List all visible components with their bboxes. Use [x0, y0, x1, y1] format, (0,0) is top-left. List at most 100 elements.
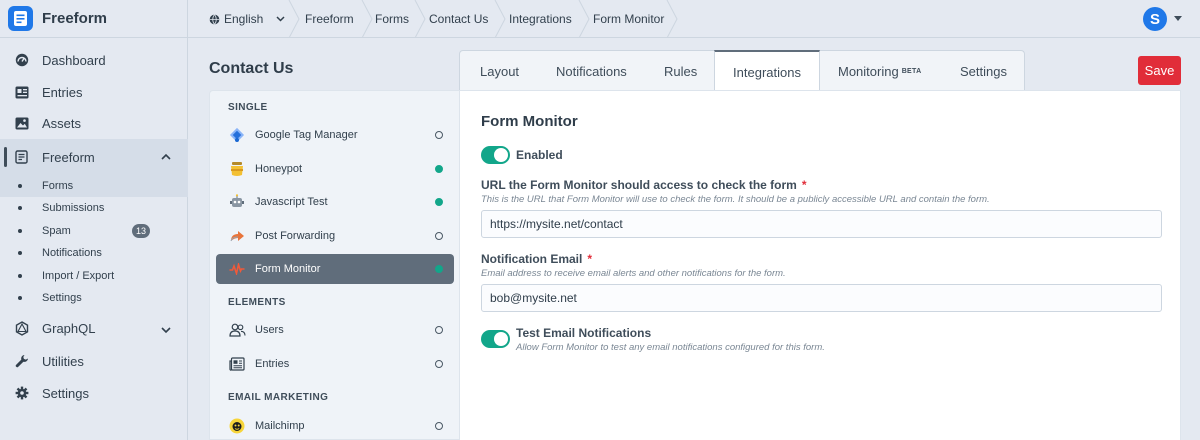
sub-label: Import / Export [42, 270, 115, 282]
sub-label: Submissions [42, 202, 105, 214]
globe-icon [209, 13, 220, 25]
nav-item-freeform[interactable]: Freeform [0, 139, 188, 175]
tab-rules[interactable]: Rules [664, 51, 697, 91]
integrations-list: SINGLE Google Tag Manager Honeypot Javas… [209, 90, 459, 440]
gear-icon [14, 386, 29, 401]
nav-label: GraphQL [42, 320, 96, 336]
nav-label: Freeform [42, 149, 95, 165]
section-title-elements: ELEMENTS [228, 297, 286, 308]
sub-label: Settings [42, 292, 82, 304]
integration-label: Honeypot [255, 163, 303, 175]
breadcrumb-freeform[interactable]: Freeform [305, 0, 354, 38]
integration-label: Form Monitor [255, 263, 321, 275]
sub-label: Forms [42, 180, 74, 192]
url-field-label: URL the Form Monitor should access to ch… [481, 178, 807, 192]
nav-item-settings[interactable]: Settings [0, 378, 188, 408]
integration-mailchimp[interactable]: Mailchimp [216, 411, 454, 440]
integration-label: Post Forwarding [255, 230, 336, 242]
test-email-label: Test Email Notifications [516, 326, 652, 340]
newspaper-icon [228, 355, 246, 373]
chevron-up-icon[interactable] [161, 148, 171, 163]
sub-item-notifications[interactable]: Notifications [0, 242, 188, 264]
global-sidebar: Freeform Dashboard Entries Assets Freefo… [0, 0, 188, 440]
enabled-label: Enabled [516, 148, 563, 162]
user-avatar[interactable]: S [1143, 7, 1167, 31]
entries-icon [14, 85, 29, 100]
nav-item-graphql[interactable]: GraphQL [0, 313, 188, 343]
freeform-icon [14, 150, 29, 165]
google-tag-manager-icon [228, 126, 246, 144]
integration-label: Entries [255, 358, 290, 370]
status-indicator-off [435, 232, 443, 240]
status-indicator-off [435, 422, 443, 430]
test-email-toggle[interactable] [481, 330, 510, 348]
status-indicator-on [435, 165, 443, 173]
integration-javascript-test[interactable]: Javascript Test [216, 187, 454, 217]
status-indicator-off [435, 360, 443, 368]
email-input[interactable] [481, 284, 1162, 312]
breadcrumb-integrations[interactable]: Integrations [509, 0, 572, 38]
users-icon [228, 321, 246, 339]
required-asterisk: * [587, 252, 593, 266]
test-email-help-text: Allow Form Monitor to test any email not… [516, 342, 825, 353]
tab-notifications[interactable]: Notifications [556, 51, 627, 91]
integration-honeypot[interactable]: Honeypot [216, 154, 454, 184]
email-help-text: Email address to receive email alerts an… [481, 268, 786, 279]
nav-item-dashboard[interactable]: Dashboard [0, 45, 188, 75]
sub-item-settings[interactable]: Settings [0, 287, 188, 309]
forward-arrow-icon [228, 227, 246, 245]
url-input[interactable] [481, 210, 1162, 238]
assets-icon [14, 116, 29, 131]
save-button[interactable]: Save [1138, 56, 1181, 85]
integration-label: Javascript Test [255, 196, 328, 208]
nav-item-assets[interactable]: Assets [0, 108, 188, 138]
tab-settings[interactable]: Settings [960, 51, 1007, 91]
robot-icon [228, 193, 246, 211]
email-field-label: Notification Email * [481, 252, 592, 266]
sub-item-forms[interactable]: Forms [0, 175, 188, 197]
enabled-toggle[interactable] [481, 146, 510, 164]
chevron-down-icon[interactable] [161, 322, 171, 337]
integration-google-tag-manager[interactable]: Google Tag Manager [216, 120, 454, 150]
nav-item-entries[interactable]: Entries [0, 77, 188, 107]
section-title-single: SINGLE [228, 102, 268, 113]
integration-entries[interactable]: Entries [216, 349, 454, 379]
breadcrumb-contact-us[interactable]: Contact Us [429, 0, 488, 38]
url-help-text: This is the URL that Form Monitor will u… [481, 194, 990, 205]
language-switcher[interactable]: English [209, 0, 285, 38]
required-asterisk: * [801, 178, 807, 192]
tab-integrations[interactable]: Integrations [714, 50, 820, 92]
status-indicator-off [435, 326, 443, 334]
sub-item-submissions[interactable]: Submissions [0, 197, 188, 219]
integration-post-forwarding[interactable]: Post Forwarding [216, 221, 454, 251]
tab-monitoring[interactable]: Monitoring BETA [838, 51, 921, 91]
beta-badge: BETA [901, 67, 922, 75]
url-label-text: URL the Form Monitor should access to ch… [481, 178, 797, 192]
integration-users[interactable]: Users [216, 315, 454, 345]
tab-label: Monitoring [838, 63, 899, 79]
honeypot-icon [228, 160, 246, 178]
sub-label: Notifications [42, 247, 102, 259]
breadcrumb-separator [578, 0, 590, 38]
breadcrumb-forms[interactable]: Forms [375, 0, 409, 38]
freeform-logo-icon [8, 6, 33, 31]
brand-name: Freeform [42, 10, 108, 27]
chevron-down-icon[interactable] [1174, 16, 1182, 21]
sub-item-import-export[interactable]: Import / Export [0, 265, 188, 287]
tab-bar: Layout Notifications Rules Integrations … [459, 50, 1025, 92]
integration-label: Users [255, 324, 284, 336]
dashboard-icon [14, 53, 29, 68]
nav-label: Utilities [42, 353, 84, 369]
tab-layout[interactable]: Layout [480, 51, 519, 91]
integration-form-monitor[interactable]: Form Monitor [216, 254, 454, 284]
sub-label: Spam [42, 225, 71, 237]
sub-item-spam[interactable]: Spam 13 [0, 220, 188, 242]
form-monitor-panel: Form Monitor Enabled URL the Form Monito… [459, 90, 1181, 440]
breadcrumb-form-monitor: Form Monitor [593, 12, 665, 26]
status-indicator-off [435, 131, 443, 139]
brand[interactable]: Freeform [0, 0, 187, 38]
graphql-icon [14, 320, 29, 336]
panel-title: Form Monitor [481, 113, 578, 130]
nav-item-utilities[interactable]: Utilities [0, 346, 188, 376]
spam-count-badge: 13 [132, 224, 151, 238]
